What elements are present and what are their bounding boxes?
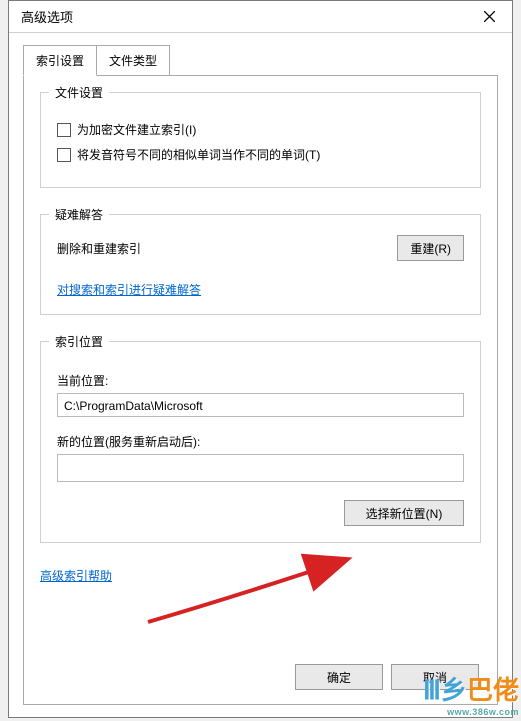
- new-location-input[interactable]: [57, 454, 464, 482]
- rebuild-button[interactable]: 重建(R): [397, 235, 464, 261]
- diacritic-checkbox[interactable]: [57, 148, 71, 162]
- close-icon: [484, 11, 495, 22]
- close-button[interactable]: [466, 1, 512, 32]
- advanced-options-dialog: 高级选项 索引设置 文件类型 文件设置 为加密文件建立索引(I) 将发音符: [8, 0, 513, 718]
- delete-rebuild-label: 删除和重建索引: [57, 240, 141, 257]
- select-location-row: 选择新位置(N): [57, 500, 464, 526]
- index-location-legend: 索引位置: [49, 333, 109, 350]
- index-location-group: 索引位置 当前位置: C:\ProgramData\Microsoft 新的位置…: [40, 341, 481, 543]
- file-settings-group: 文件设置 为加密文件建立索引(I) 将发音符号不同的相似单词当作不同的单词(T): [40, 92, 481, 188]
- tab-file-types[interactable]: 文件类型: [96, 45, 170, 76]
- select-new-location-button[interactable]: 选择新位置(N): [344, 500, 464, 526]
- new-location-label: 新的位置(服务重新启动后):: [57, 433, 464, 450]
- ok-button[interactable]: 确定: [295, 664, 383, 690]
- diacritic-row: 将发音符号不同的相似单词当作不同的单词(T): [57, 146, 464, 163]
- dialog-title: 高级选项: [21, 7, 73, 26]
- dialog-body: 索引设置 文件类型 文件设置 为加密文件建立索引(I) 将发音符号不同的相似单词…: [9, 33, 512, 717]
- advanced-index-help-link[interactable]: 高级索引帮助: [40, 569, 112, 583]
- encrypt-index-row: 为加密文件建立索引(I): [57, 121, 464, 138]
- diacritic-label: 将发音符号不同的相似单词当作不同的单词(T): [77, 146, 320, 163]
- troubleshoot-link-row: 对搜索和索引进行疑难解答: [57, 281, 464, 298]
- tab-index-settings[interactable]: 索引设置: [23, 45, 97, 76]
- help-link-row: 高级索引帮助: [40, 567, 481, 584]
- troubleshoot-legend: 疑难解答: [49, 206, 109, 223]
- dialog-button-bar: 确定 取消: [295, 664, 479, 690]
- rebuild-row: 删除和重建索引 重建(R): [57, 235, 464, 261]
- encrypt-index-checkbox[interactable]: [57, 123, 71, 137]
- current-location-path: C:\ProgramData\Microsoft: [57, 393, 464, 417]
- file-settings-legend: 文件设置: [49, 84, 109, 101]
- current-location-label: 当前位置:: [57, 372, 464, 389]
- troubleshoot-link[interactable]: 对搜索和索引进行疑难解答: [57, 283, 201, 297]
- encrypt-index-label: 为加密文件建立索引(I): [77, 121, 196, 138]
- tab-panel: 文件设置 为加密文件建立索引(I) 将发音符号不同的相似单词当作不同的单词(T)…: [23, 75, 498, 705]
- troubleshoot-group: 疑难解答 删除和重建索引 重建(R) 对搜索和索引进行疑难解答: [40, 214, 481, 315]
- tab-strip: 索引设置 文件类型: [23, 45, 498, 76]
- cancel-button[interactable]: 取消: [391, 664, 479, 690]
- titlebar: 高级选项: [9, 1, 512, 33]
